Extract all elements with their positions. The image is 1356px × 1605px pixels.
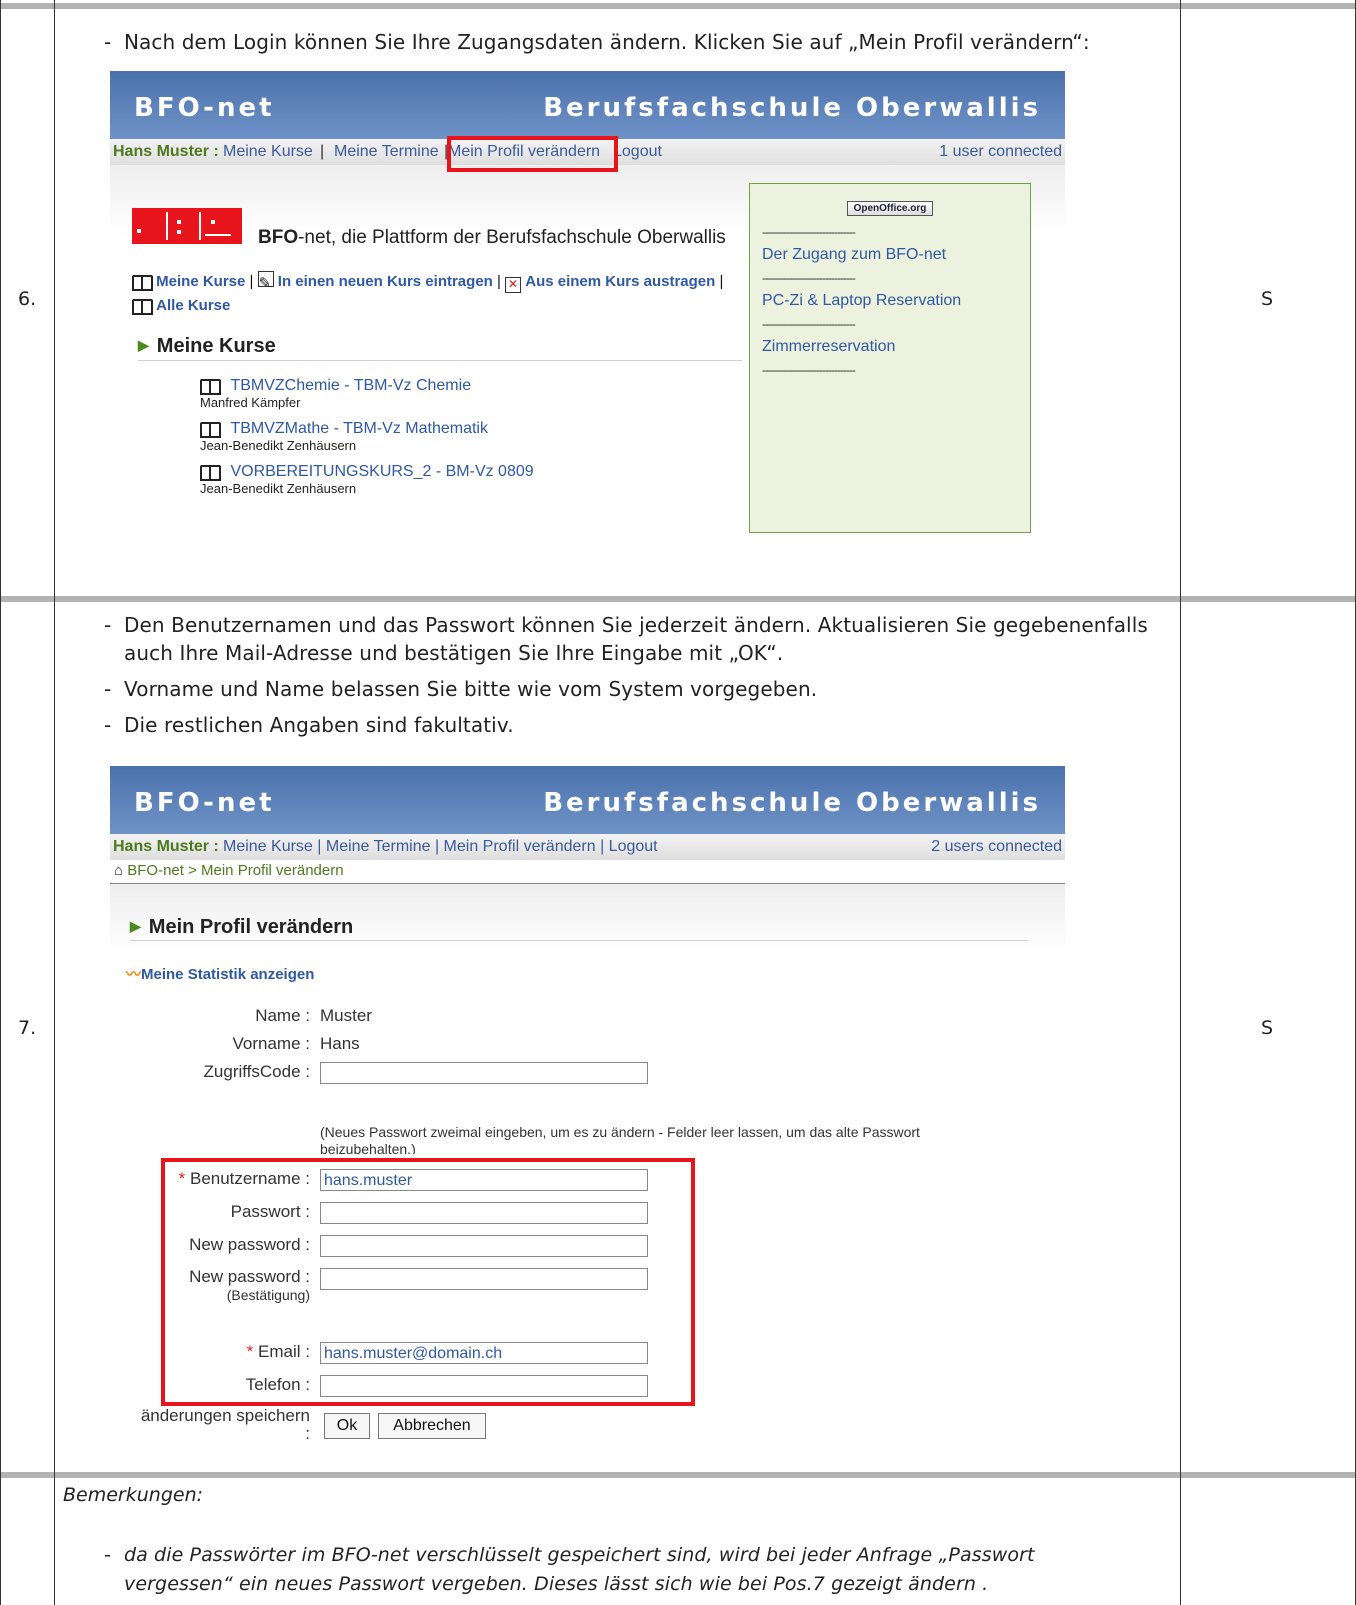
sidebar-link[interactable]: PC-Zi & Laptop Reservation [762, 290, 1030, 312]
instruction-text: - Nach dem Login können Sie Ihre Zugangsd… [104, 30, 1090, 54]
password-hint: (Neues Passwort zweimal eingeben, um es … [320, 1124, 920, 1154]
book-icon [200, 421, 221, 438]
sidebar-link[interactable]: Zimmerreservation [762, 336, 1030, 358]
course-teacher: Manfred Kämpfer [200, 395, 301, 410]
list-item: VORBEREITUNGSKURS_2 - BM-Vz 0809 Jean-Be… [200, 463, 720, 506]
remarks-title: Bemerkungen: [63, 1484, 204, 1506]
sidebar-link[interactable]: Der Zugang zum BFO-net [762, 244, 1030, 266]
highlight-box [447, 136, 618, 172]
divider: ------------------------------- [762, 363, 856, 377]
user-name: Hans Muster : [113, 143, 219, 160]
table-border-top [0, 3, 1356, 9]
table-border-row [0, 1472, 1356, 1478]
screenshot-course-overview: BFO-net Berufsfachschule Oberwallis Hans… [110, 71, 1065, 542]
edit-icon: ✎ [257, 271, 274, 292]
home-icon: ⌂ [114, 862, 124, 879]
highlight-box [161, 1158, 695, 1406]
divider: ------------------------------- [762, 271, 856, 285]
table-column-divider [54, 0, 55, 1605]
course-teacher: Jean-Benedikt Zenhäusern [200, 481, 357, 496]
book-icon [200, 378, 221, 395]
name-label: Name : [255, 1006, 310, 1025]
chart-icon: 〰 [126, 966, 142, 983]
nav-meine-termine[interactable]: Meine Termine [334, 139, 439, 165]
vorname-value: Hans [320, 1034, 360, 1053]
page-title: ▶ Mein Profil verändern [130, 916, 354, 938]
list-item: TBMVZChemie - TBM-Vz Chemie Manfred Kämp… [200, 377, 720, 420]
divider: ------------------------------- [762, 317, 856, 331]
openoffice-badge[interactable]: OpenOffice.org [846, 201, 934, 216]
course-list: TBMVZChemie - TBM-Vz Chemie Manfred Kämp… [200, 377, 720, 506]
row-number: 6. [18, 288, 37, 310]
course-teacher: Jean-Benedikt Zenhäusern [200, 438, 357, 453]
user-name: Hans Muster : [113, 838, 219, 855]
site-brand: BFO-net [134, 93, 275, 123]
platform-tagline: BFO-net, die Plattform der Berufsfachsch… [258, 227, 726, 248]
site-banner: BFO-net Berufsfachschule Oberwallis [110, 766, 1065, 834]
nav-meine-kurse[interactable]: Meine Kurse [223, 139, 313, 165]
book-icon [132, 275, 153, 292]
nav-links[interactable]: Meine Kurse | Meine Termine | Mein Profi… [223, 834, 658, 860]
name-value: Muster [320, 1006, 372, 1025]
row-code: S [1261, 288, 1274, 310]
book-icon [200, 464, 221, 481]
connected-count: 1 user connected [939, 143, 1062, 160]
site-banner: BFO-net Berufsfachschule Oberwallis [110, 71, 1065, 139]
cancel-button[interactable]: Abbrechen [378, 1413, 486, 1439]
sidebar-links-box: OpenOffice.org -------------------------… [749, 183, 1031, 533]
section-rule [130, 940, 1028, 941]
action-kurs-austragen[interactable]: Aus einem Kurs austragen [525, 273, 715, 290]
divider: ------------------------------- [762, 225, 856, 239]
site-school-name: Berufsfachschule Oberwallis [543, 93, 1041, 123]
remove-icon: ✕ [505, 277, 522, 293]
course-link[interactable]: VORBEREITUNGSKURS_2 - BM-Vz 0809 [230, 463, 533, 480]
course-link[interactable]: TBMVZMathe - TBM-Vz Mathematik [230, 420, 488, 437]
zugriffscode-field[interactable] [320, 1062, 648, 1084]
breadcrumb: ⌂ BFO-net > Mein Profil verändern [110, 860, 1065, 882]
row-code: S [1261, 1017, 1274, 1039]
connected-count: 2 users connected [931, 838, 1062, 855]
table-border-left [0, 0, 1, 1605]
course-actions: Meine Kurse | ✎ In einen neuen Kurs eint… [132, 270, 742, 318]
user-navbar: Hans Muster : Meine Kurse | Meine Termin… [110, 834, 1065, 860]
breadcrumb-link[interactable]: BFO-net > Mein Profil verändern [127, 862, 343, 879]
action-kurs-eintragen[interactable]: In einen neuen Kurs eintragen [278, 273, 493, 290]
course-link[interactable]: TBMVZChemie - TBM-Vz Chemie [230, 377, 471, 394]
instruction-text: - Die restlichen Angaben sind fakultativ. [104, 713, 514, 737]
nav-logout[interactable]: Logout [613, 139, 662, 165]
list-item: TBMVZMathe - TBM-Vz Mathematik Jean-Bene… [200, 420, 720, 463]
nav-separator: | [320, 143, 325, 160]
site-school-name: Berufsfachschule Oberwallis [543, 788, 1041, 818]
site-brand: BFO-net [134, 788, 275, 818]
row-number: 7. [18, 1017, 37, 1039]
action-meine-kurse[interactable]: Meine Kurse [156, 273, 245, 290]
vorname-label: Vorname : [232, 1034, 311, 1053]
instruction-text: - Den Benutzernamen und das Passwort könn… [104, 613, 1148, 665]
table-border-row [0, 596, 1356, 602]
section-title: ▶ Meine Kurse [138, 335, 276, 357]
remark-text: - da die Passwörter im BFO-net verschlüss… [104, 1544, 1035, 1595]
screenshot-profile-form: BFO-net Berufsfachschule Oberwallis Hans… [110, 766, 1065, 1452]
table-column-divider [1180, 0, 1181, 1605]
action-alle-kurse[interactable]: Alle Kurse [156, 297, 230, 314]
bfo-logo [132, 208, 242, 244]
save-label: änderungen speichern: [140, 1406, 310, 1443]
instruction-text: - Vorname und Name belassen Sie bitte wie… [104, 677, 818, 701]
ok-button[interactable]: Ok [324, 1413, 370, 1439]
stats-link[interactable]: 〰Meine Statistik anzeigen [126, 963, 314, 984]
zugriffscode-label: ZugriffsCode : [203, 1062, 310, 1081]
book-icon [132, 299, 153, 316]
section-rule [138, 360, 742, 361]
